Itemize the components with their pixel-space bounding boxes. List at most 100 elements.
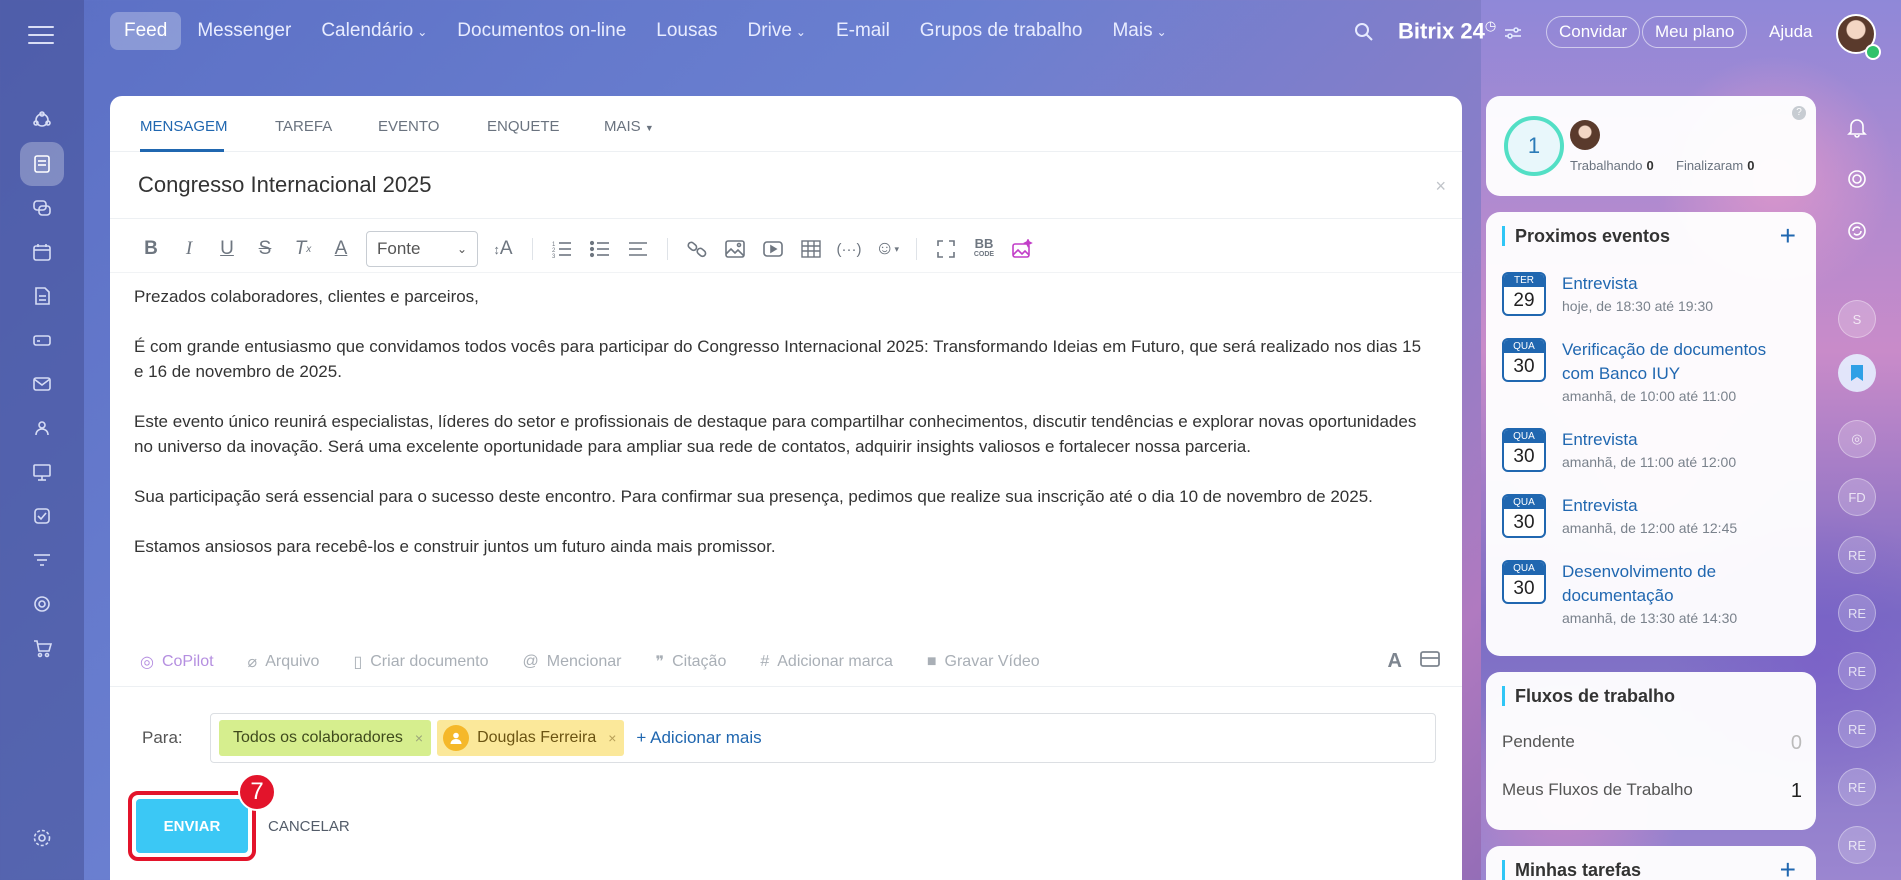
sidebar-boards-icon[interactable] [20, 450, 64, 494]
sync-icon[interactable] [1838, 212, 1876, 250]
avatar[interactable]: FD [1838, 478, 1876, 516]
numbered-list-icon[interactable]: 123 [543, 232, 581, 266]
send-button[interactable]: ENVIAR [136, 799, 248, 853]
pending-workflows-row[interactable]: Pendente 0 [1502, 732, 1802, 755]
recipient-chip-all[interactable]: Todos os colaboradores × [219, 720, 432, 756]
nav-boards[interactable]: Lousas [642, 12, 731, 50]
tab-event[interactable]: EVENTO [378, 118, 439, 135]
add-more-recipients-link[interactable]: + Adicionar mais [636, 728, 761, 748]
search-icon[interactable] [1354, 22, 1374, 47]
ai-image-icon[interactable] [1003, 232, 1041, 266]
copilot-button[interactable]: ◎ CoPilot [140, 652, 214, 672]
attach-file-button[interactable]: ⌀ Arquivo [248, 652, 320, 672]
avatar[interactable]: RE [1838, 710, 1876, 748]
brand-logo[interactable]: Bitrix 24◷ [1398, 18, 1496, 44]
nav-online-documents[interactable]: Documentos on-line [443, 12, 640, 50]
fullscreen-icon[interactable] [927, 232, 965, 266]
avatar[interactable]: RE [1838, 536, 1876, 574]
link-icon[interactable] [678, 232, 716, 266]
video-icon[interactable] [754, 232, 792, 266]
bold-icon[interactable]: B [132, 232, 170, 266]
sidebar-target-icon[interactable] [20, 582, 64, 626]
mention-button[interactable]: @ Mencionar [523, 653, 622, 671]
add-event-icon[interactable]: + [1780, 220, 1796, 252]
clear-format-icon[interactable]: Tx [284, 232, 322, 266]
tab-poll[interactable]: ENQUETE [487, 118, 560, 135]
avatar[interactable]: S [1838, 300, 1876, 338]
add-task-icon[interactable]: + [1780, 854, 1796, 880]
event-title[interactable]: Entrevista [1562, 428, 1802, 452]
font-size-icon[interactable]: ↕ A [484, 232, 522, 266]
channel-icon[interactable]: ◎ [1838, 420, 1876, 458]
my-workflows-row[interactable]: Meus Fluxos de Trabalho 1 [1502, 780, 1802, 803]
avatar[interactable]: RE [1838, 652, 1876, 690]
sidebar-calendar-icon[interactable] [20, 230, 64, 274]
avatar[interactable]: RE [1838, 768, 1876, 806]
event-title[interactable]: Verificação de documentos com Banco IUY [1562, 338, 1802, 386]
sidebar-feed-icon[interactable] [20, 142, 64, 186]
help-icon[interactable]: ? [1792, 106, 1806, 120]
post-title-input[interactable] [138, 172, 1398, 198]
my-plan-button[interactable]: Meu plano [1642, 16, 1748, 48]
close-icon[interactable]: × [1435, 176, 1446, 197]
notifications-bell-icon[interactable] [1838, 108, 1876, 146]
sidebar-mail-icon[interactable] [20, 362, 64, 406]
sidebar-chat-icon[interactable] [20, 186, 64, 230]
copilot-icon[interactable] [1838, 160, 1876, 198]
nav-email[interactable]: E-mail [822, 12, 904, 50]
sidebar-drive-icon[interactable] [20, 318, 64, 362]
tab-message[interactable]: MENSAGEM [140, 118, 228, 135]
nav-drive[interactable]: Drive ⌄ [734, 12, 820, 50]
event-title[interactable]: Desenvolvimento de documentação [1562, 560, 1802, 608]
add-tag-button[interactable]: # Adicionar marca [760, 653, 893, 671]
image-icon[interactable] [716, 232, 754, 266]
message-body-editor[interactable]: Prezados colaboradores, clientes e parce… [134, 284, 1434, 584]
italic-icon[interactable]: I [170, 232, 208, 266]
table-icon[interactable] [792, 232, 830, 266]
avatar[interactable]: RE [1838, 826, 1876, 864]
recipient-chip-user[interactable]: Douglas Ferreira × [437, 720, 625, 756]
event-title[interactable]: Entrevista [1562, 494, 1802, 518]
sliders-icon[interactable] [1504, 26, 1522, 45]
tab-task[interactable]: TAREFA [275, 118, 332, 135]
font-color-icon[interactable]: A [322, 232, 360, 266]
sidebar-groups-icon[interactable] [20, 406, 64, 450]
panel-toggle-icon[interactable] [1420, 651, 1440, 672]
code-icon[interactable]: (···) [830, 232, 868, 266]
help-button[interactable]: Ajuda [1756, 16, 1825, 48]
nav-feed[interactable]: Feed [110, 12, 182, 50]
record-video-button[interactable]: ■ Gravar Vídeo [927, 653, 1040, 671]
remove-icon[interactable]: × [415, 730, 423, 746]
nav-workgroups[interactable]: Grupos de trabalho [906, 12, 1097, 50]
sidebar-filter-icon[interactable] [20, 538, 64, 582]
sidebar-cart-icon[interactable] [20, 626, 64, 670]
bullet-list-icon[interactable] [581, 232, 619, 266]
text-format-icon[interactable]: A [1388, 650, 1402, 673]
cancel-button[interactable]: CANCELAR [268, 818, 350, 835]
emoji-icon[interactable]: ☺ ▾ [868, 232, 906, 266]
strikethrough-icon[interactable]: S [246, 232, 284, 266]
bbcode-icon[interactable]: BB CODE [965, 232, 1003, 266]
bookmark-icon[interactable] [1838, 354, 1876, 392]
nav-more[interactable]: Mais ⌄ [1098, 12, 1180, 50]
sidebar-documents-icon[interactable] [20, 274, 64, 318]
event-title[interactable]: Entrevista [1562, 272, 1802, 296]
underline-icon[interactable]: U [208, 232, 246, 266]
nav-calendar[interactable]: Calendário ⌄ [307, 12, 441, 50]
quote-button[interactable]: ❞ Citação [655, 652, 726, 672]
recipients-field[interactable]: Todos os colaboradores × Douglas Ferreira… [210, 713, 1436, 763]
sidebar-tasks-icon[interactable] [20, 494, 64, 538]
tab-more[interactable]: MAIS ▼ [604, 118, 654, 135]
hamburger-menu-icon[interactable] [28, 26, 54, 46]
sidebar-settings-icon[interactable] [20, 816, 64, 860]
avatar[interactable] [1570, 120, 1600, 150]
font-select[interactable]: Fonte ⌄ [366, 231, 478, 267]
sidebar-crm-icon[interactable] [20, 98, 64, 142]
avatar[interactable]: RE [1838, 594, 1876, 632]
working-count-ring[interactable]: 1 [1504, 116, 1564, 176]
remove-icon[interactable]: × [608, 730, 616, 746]
nav-messenger[interactable]: Messenger [183, 12, 305, 50]
align-icon[interactable] [619, 232, 657, 266]
invite-button[interactable]: Convidar [1546, 16, 1641, 48]
create-document-button[interactable]: ▯ Criar documento [353, 652, 488, 672]
